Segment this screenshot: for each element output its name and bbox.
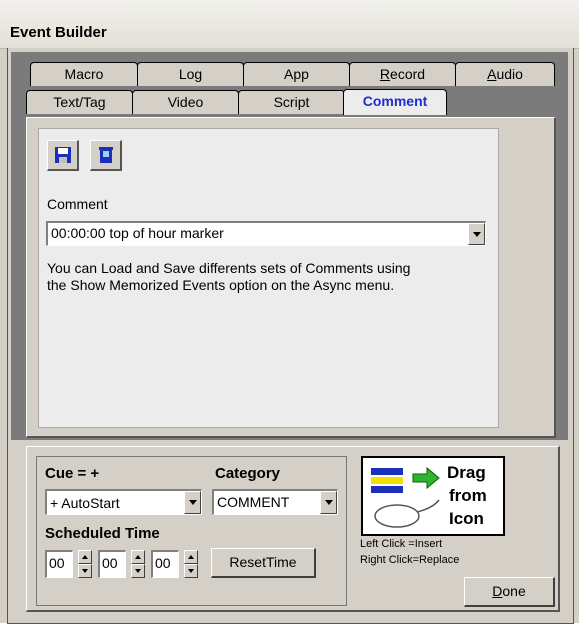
category-value: COMMENT	[217, 494, 290, 510]
done-mnemonic: D	[492, 583, 503, 599]
tab-app-label: App	[284, 66, 309, 82]
tab-log[interactable]: Log	[137, 62, 244, 86]
minutes-spinner[interactable]	[131, 550, 145, 578]
comment-value: 00:00:00 top of hour marker	[51, 225, 224, 241]
tab-text-tag[interactable]: Text/Tag	[26, 90, 133, 114]
chevron-down-icon	[324, 500, 333, 505]
tab-macro[interactable]: Macro	[30, 62, 138, 86]
spin-down-icon[interactable]	[131, 564, 145, 578]
seconds-input[interactable]: 00	[151, 550, 179, 578]
event-builder-window: Event Builder Macro Log App Record Audio…	[0, 0, 579, 624]
spin-up-icon[interactable]	[131, 550, 145, 564]
done-label: one	[502, 583, 526, 599]
spin-down-icon[interactable]	[78, 564, 92, 578]
category-label: Category	[215, 465, 281, 482]
comment-help-line1: You can Load and Save differents sets of…	[47, 260, 411, 276]
tab-audio-label: udio	[496, 66, 523, 82]
spin-down-icon[interactable]	[184, 564, 198, 578]
reset-time-button[interactable]: ResetTime	[211, 548, 316, 578]
tab-record[interactable]: Record	[349, 62, 456, 86]
category-dropdown-button[interactable]	[320, 491, 337, 514]
hours-spinner[interactable]	[78, 550, 92, 578]
trash-icon	[98, 147, 113, 163]
tab-comment[interactable]: Comment	[343, 89, 447, 115]
comment-field-label: Comment	[47, 196, 108, 212]
scheduled-time-label: Scheduled Time	[45, 525, 160, 542]
tab-record-label: ecord	[390, 66, 426, 82]
tab-video[interactable]: Video	[132, 90, 239, 114]
left-click-hint: Left Click =Insert	[360, 538, 443, 550]
tab-script-label: Script	[273, 94, 310, 110]
tab-video-label: Video	[167, 94, 204, 110]
chevron-down-icon	[188, 500, 197, 505]
title-bar: Event Builder	[0, 0, 579, 49]
seconds-spinner[interactable]	[184, 550, 198, 578]
tab-audio[interactable]: Audio	[455, 62, 555, 86]
comment-help-line2: the Show Memorized Events option on the …	[47, 277, 395, 293]
category-dropdown[interactable]: COMMENT	[212, 489, 338, 515]
event-mouse-icon	[371, 466, 440, 528]
tab-comment-label: Comment	[362, 93, 428, 109]
tab-text-tag-label: Text/Tag	[53, 94, 106, 110]
spin-up-icon[interactable]	[184, 550, 198, 564]
comment-dropdown[interactable]: 00:00:00 top of hour marker	[46, 221, 486, 246]
tab-macro-label: Macro	[64, 66, 104, 82]
right-click-hint: Right Click=Replace	[360, 554, 460, 566]
drag-text-line2: from	[449, 486, 487, 505]
done-button[interactable]: Done	[464, 577, 555, 607]
floppy-disk-icon	[54, 147, 71, 163]
window-title: Event Builder	[10, 24, 107, 41]
cue-value: + AutoStart	[50, 495, 120, 511]
save-comments-button[interactable]	[47, 140, 79, 171]
cue-dropdown-button[interactable]	[184, 491, 201, 514]
hours-input[interactable]: 00	[45, 550, 73, 578]
drag-from-icon-box[interactable]: Drag from Icon	[361, 456, 505, 536]
delete-comments-button[interactable]	[90, 140, 122, 171]
tab-record-mnemonic: R	[379, 66, 391, 82]
minutes-input[interactable]: 00	[98, 550, 126, 578]
tab-app[interactable]: App	[243, 62, 350, 86]
comment-dropdown-button[interactable]	[468, 223, 485, 245]
cue-label: Cue = +	[45, 465, 100, 482]
tab-script[interactable]: Script	[238, 90, 345, 114]
spin-up-icon[interactable]	[78, 550, 92, 564]
chevron-down-icon	[472, 231, 481, 237]
drag-text-line1: Drag	[447, 463, 486, 482]
cue-dropdown[interactable]: + AutoStart	[45, 489, 202, 515]
drag-text-line3: Icon	[449, 509, 484, 528]
tab-log-label: Log	[178, 66, 203, 82]
